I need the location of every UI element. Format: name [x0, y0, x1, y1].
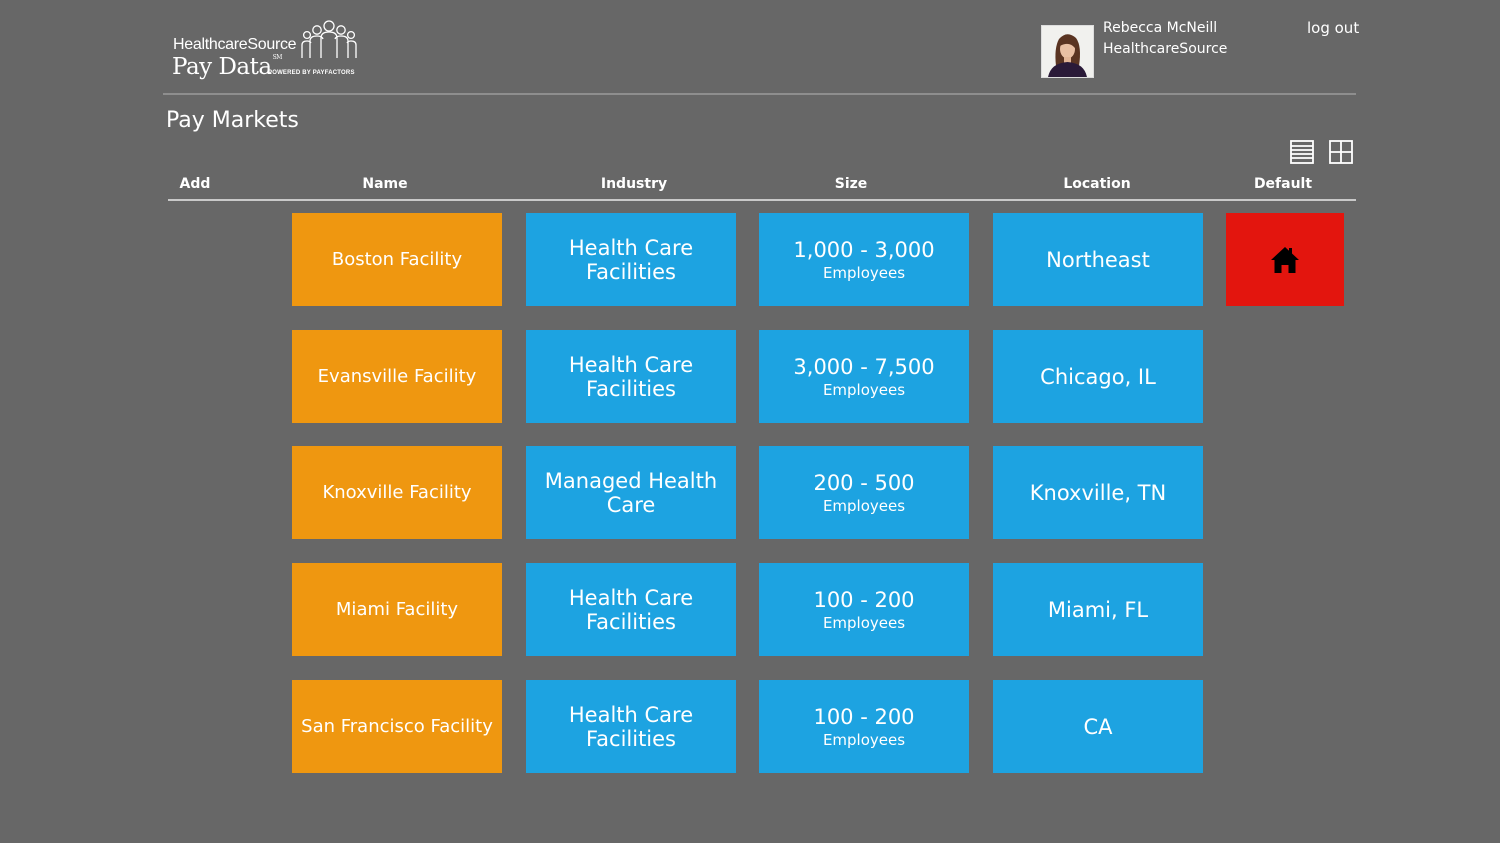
size-unit: Employees — [822, 496, 906, 515]
powered-by-label: POWERED BY PAYFACTORS — [268, 70, 355, 76]
header-row-divider — [168, 199, 1356, 201]
location-value: Knoxville, TN — [1029, 480, 1167, 505]
user-name: Rebecca McNeill — [1103, 20, 1218, 36]
location-value: CA — [1083, 714, 1113, 739]
size-range: 200 - 500 — [813, 470, 915, 495]
app-logo: HealthcareSource Pay DataSM POWERED BY P… — [172, 18, 362, 88]
tile-view-icon[interactable] — [1328, 139, 1354, 165]
location-value: Northeast — [1046, 247, 1150, 272]
size-tile[interactable]: 200 - 500 Employees — [759, 446, 969, 539]
size-tile[interactable]: 1,000 - 3,000 Employees — [759, 213, 969, 306]
location-tile[interactable]: CA — [993, 680, 1203, 773]
column-header-industry[interactable]: Industry — [574, 176, 694, 192]
list-view-icon[interactable] — [1289, 139, 1315, 165]
user-organization: HealthcareSource — [1103, 41, 1228, 57]
size-range: 100 - 200 — [813, 587, 915, 612]
market-name-tile[interactable]: Boston Facility — [292, 213, 502, 306]
home-icon — [1271, 246, 1299, 273]
market-name: Evansville Facility — [317, 366, 477, 387]
market-name: Miami Facility — [335, 599, 459, 620]
industry-tile[interactable]: Health Care Facilities — [526, 563, 736, 656]
column-header-name[interactable]: Name — [325, 176, 445, 192]
service-mark: SM — [272, 54, 283, 61]
location-value: Miami, FL — [1047, 597, 1149, 622]
industry-tile[interactable]: Managed Health Care — [526, 446, 736, 539]
avatar — [1041, 25, 1094, 78]
market-name-tile[interactable]: Evansville Facility — [292, 330, 502, 423]
size-range: 3,000 - 7,500 — [793, 354, 935, 379]
size-tile[interactable]: 3,000 - 7,500 Employees — [759, 330, 969, 423]
location-tile[interactable]: Chicago, IL — [993, 330, 1203, 423]
size-tile[interactable]: 100 - 200 Employees — [759, 563, 969, 656]
size-unit: Employees — [822, 263, 906, 282]
people-logo-icon — [301, 20, 357, 58]
market-name: Boston Facility — [331, 249, 463, 270]
market-name: San Francisco Facility — [301, 716, 493, 737]
size-range: 1,000 - 3,000 — [793, 237, 935, 262]
location-value: Chicago, IL — [1040, 364, 1156, 389]
column-header-location[interactable]: Location — [1037, 176, 1157, 192]
location-tile[interactable]: Knoxville, TN — [993, 446, 1203, 539]
size-range: 100 - 200 — [813, 704, 915, 729]
industry-tile[interactable]: Health Care Facilities — [526, 213, 736, 306]
column-header-default[interactable]: Default — [1223, 176, 1343, 192]
column-header-add[interactable]: Add — [176, 176, 214, 192]
industry-value: Health Care Facilities — [568, 702, 694, 751]
location-tile[interactable]: Miami, FL — [993, 563, 1203, 656]
page-title: Pay Markets — [166, 108, 299, 133]
user-photo — [1042, 26, 1093, 77]
market-name-tile[interactable]: Miami Facility — [292, 563, 502, 656]
industry-value: Health Care Facilities — [568, 235, 694, 284]
column-header-size[interactable]: Size — [791, 176, 911, 192]
product-name: Pay DataSM — [172, 54, 282, 80]
industry-tile[interactable]: Health Care Facilities — [526, 330, 736, 423]
brand-name: HealthcareSource — [173, 36, 297, 53]
size-unit: Employees — [822, 380, 906, 399]
industry-value: Managed Health Care — [544, 468, 718, 517]
market-name-tile[interactable]: Knoxville Facility — [292, 446, 502, 539]
logout-link[interactable]: log out — [1307, 19, 1359, 37]
size-unit: Employees — [822, 613, 906, 632]
market-name: Knoxville Facility — [322, 482, 472, 503]
default-market-button[interactable] — [1226, 213, 1344, 306]
location-tile[interactable]: Northeast — [993, 213, 1203, 306]
industry-tile[interactable]: Health Care Facilities — [526, 680, 736, 773]
size-tile[interactable]: 100 - 200 Employees — [759, 680, 969, 773]
header-divider — [163, 93, 1356, 95]
product-label: Pay Data — [172, 54, 272, 80]
industry-value: Health Care Facilities — [568, 585, 694, 634]
industry-value: Health Care Facilities — [568, 352, 694, 401]
size-unit: Employees — [822, 730, 906, 749]
market-name-tile[interactable]: San Francisco Facility — [292, 680, 502, 773]
